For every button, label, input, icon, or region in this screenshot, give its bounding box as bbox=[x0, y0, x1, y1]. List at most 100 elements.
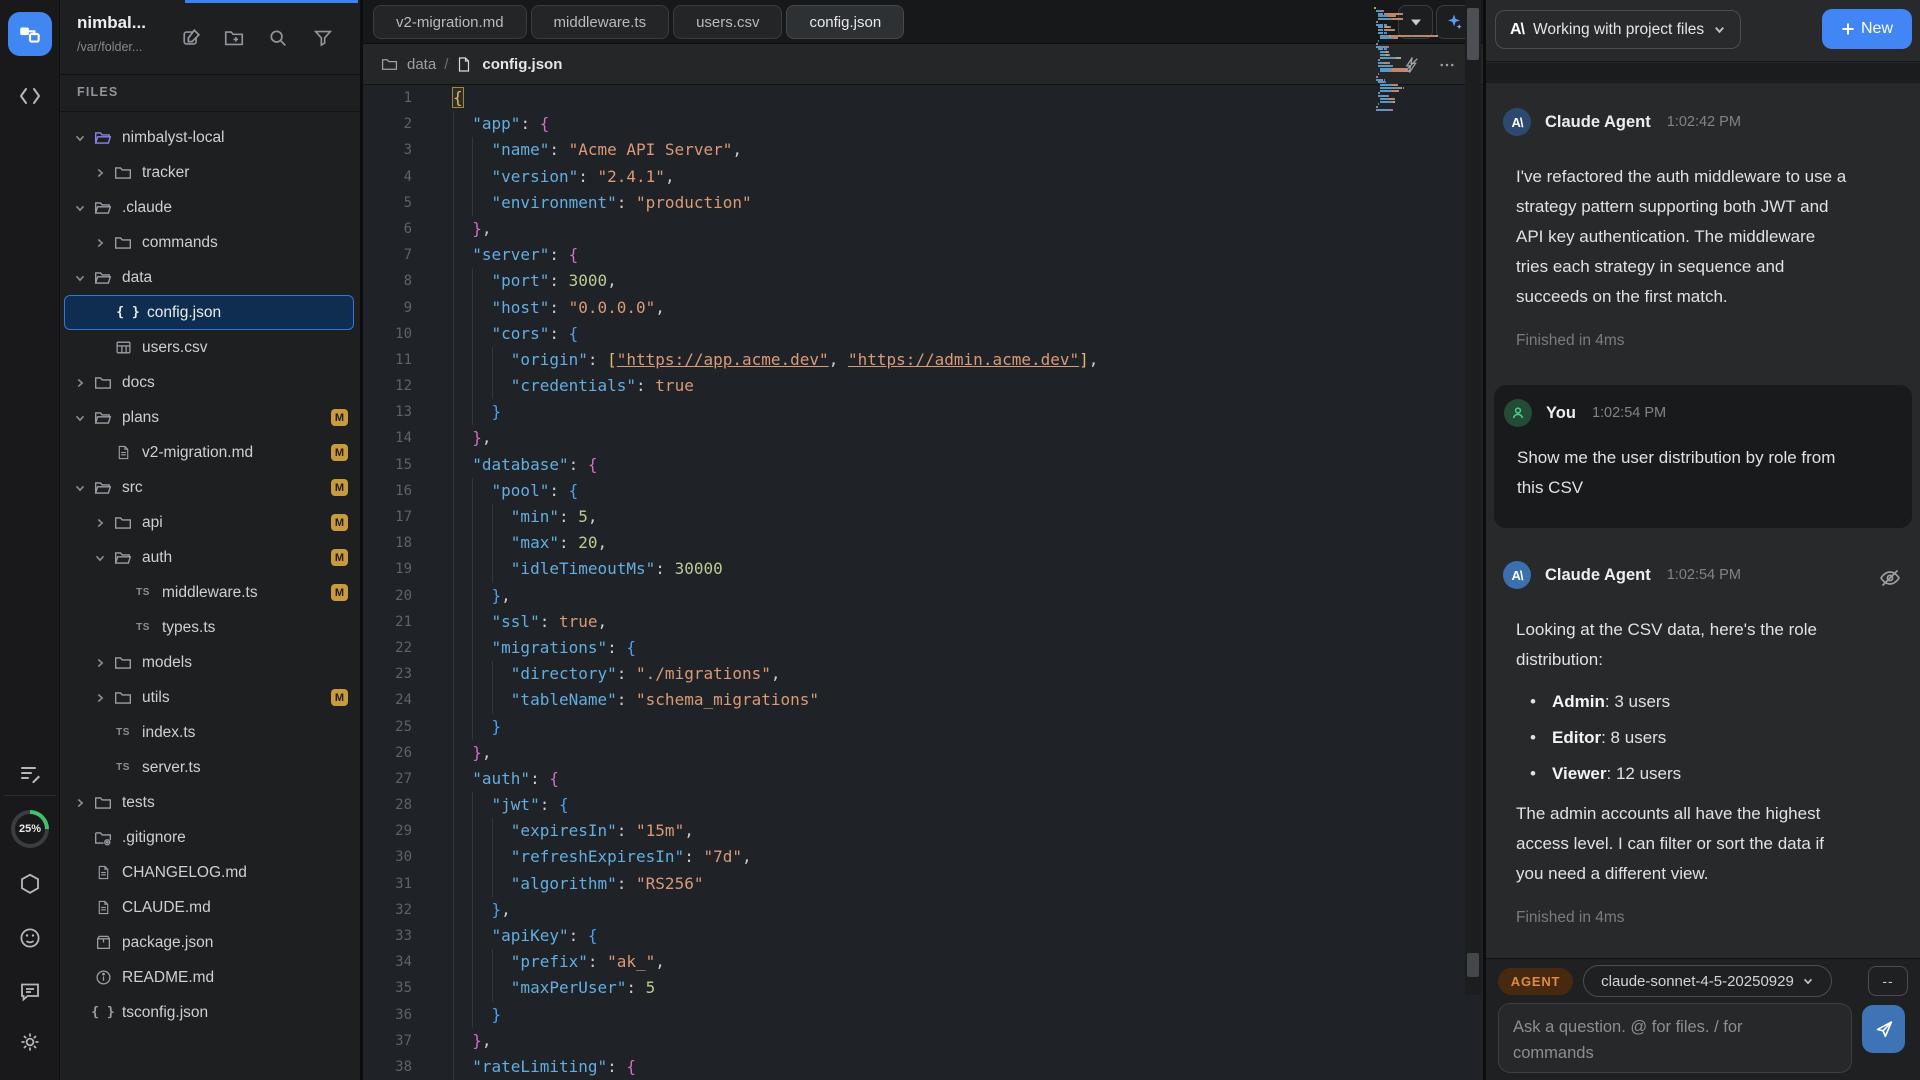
chevron-down-icon[interactable] bbox=[70, 200, 90, 216]
assistant-message: A\Claude Agent1:02:54 PMLooking at the C… bbox=[1486, 548, 1920, 927]
file-icon bbox=[90, 899, 116, 917]
chevron-right-icon[interactable] bbox=[70, 375, 90, 391]
chevron-right-icon[interactable] bbox=[70, 795, 90, 811]
breadcrumb-folder[interactable]: data bbox=[407, 56, 436, 73]
progress-ring[interactable]: 25% bbox=[11, 810, 49, 848]
tree-item-label: users.csv bbox=[142, 339, 207, 357]
tree-item-users.csv[interactable]: users.csv bbox=[60, 330, 360, 365]
search-icon[interactable] bbox=[266, 26, 290, 50]
code-text: "rateLimiting": { bbox=[453, 1054, 636, 1080]
tree-item-auth[interactable]: authM bbox=[60, 540, 360, 575]
tree-item-models[interactable]: models bbox=[60, 645, 360, 680]
breadcrumb-file[interactable]: config.json bbox=[482, 56, 562, 73]
tree-item-label: CLAUDE.md bbox=[122, 899, 211, 917]
composer-more-button[interactable]: -- bbox=[1868, 966, 1908, 996]
eye-off-icon[interactable] bbox=[1878, 566, 1902, 590]
breadcrumb[interactable]: data / config.json bbox=[381, 44, 562, 85]
tree-item-.gitignore[interactable]: .gitignore bbox=[60, 820, 360, 855]
code-area[interactable]: 1{2 "app": {3 "name": "Acme API Server",… bbox=[363, 85, 1483, 1080]
tree-item-types.ts[interactable]: TStypes.ts bbox=[60, 610, 360, 645]
new-folder-icon[interactable] bbox=[222, 26, 246, 50]
chevron-down-icon[interactable] bbox=[90, 550, 110, 566]
context-selector[interactable]: A\ Working with project files bbox=[1495, 10, 1741, 49]
code-line: 30 "refreshExpiresIn": "7d", bbox=[363, 844, 1483, 870]
tree-item-api[interactable]: apiM bbox=[60, 505, 360, 540]
tree-item-plans[interactable]: plansM bbox=[60, 400, 360, 435]
message-duration: Finished in 4ms bbox=[1516, 909, 1900, 927]
tree-item-docs[interactable]: docs bbox=[60, 365, 360, 400]
send-button[interactable] bbox=[1862, 1005, 1905, 1053]
tab-users.csv[interactable]: users.csv bbox=[673, 5, 782, 39]
tree-item-label: data bbox=[122, 269, 152, 287]
tab-v2-migration.md[interactable]: v2-migration.md bbox=[373, 5, 527, 39]
model-selector[interactable]: claude-sonnet-4-5-20250929 bbox=[1583, 965, 1832, 997]
send-icon bbox=[1873, 1018, 1895, 1040]
chevron-down-icon[interactable] bbox=[70, 480, 90, 496]
notes-edit-icon[interactable] bbox=[18, 762, 42, 786]
feedback-icon[interactable] bbox=[18, 980, 42, 1004]
palette-icon[interactable] bbox=[18, 926, 42, 950]
chevron-down-icon[interactable] bbox=[70, 410, 90, 426]
tree-item-nimbalyst-local[interactable]: nimbalyst-local bbox=[60, 120, 360, 155]
compose-icon[interactable] bbox=[180, 26, 204, 50]
tree-item-index.ts[interactable]: TSindex.ts bbox=[60, 715, 360, 750]
minimap[interactable] bbox=[1372, 5, 1464, 205]
tab-middleware.ts[interactable]: middleware.ts bbox=[531, 5, 670, 39]
code-text: "origin": ["https://app.acme.dev", "http… bbox=[453, 347, 1098, 373]
chevron-down-icon[interactable] bbox=[70, 130, 90, 146]
ts-icon: TS bbox=[130, 619, 156, 637]
chat-input[interactable]: Ask a question. @ for files. / forcomman… bbox=[1498, 1003, 1852, 1073]
tree-item-tests[interactable]: tests bbox=[60, 785, 360, 820]
chevron-right-icon[interactable] bbox=[90, 690, 110, 706]
tree-item-utils[interactable]: utilsM bbox=[60, 680, 360, 715]
minimap-token bbox=[1376, 109, 1389, 111]
bullet-dot: • bbox=[1530, 723, 1552, 753]
chevron-right-icon[interactable] bbox=[90, 655, 110, 671]
editor-scrollbar[interactable] bbox=[1465, 0, 1481, 995]
message-text: I've refactored the auth middleware to u… bbox=[1516, 162, 1902, 312]
anthropic-logo-icon: A\ bbox=[1510, 21, 1524, 39]
app-logo[interactable] bbox=[8, 12, 52, 56]
tree-item-tsconfig.json[interactable]: { }tsconfig.json bbox=[60, 995, 360, 1030]
code-line: 23 "directory": "./migrations", bbox=[363, 661, 1483, 687]
chevron-down-icon[interactable] bbox=[70, 270, 90, 286]
tree-item-package.json[interactable]: package.json bbox=[60, 925, 360, 960]
code-line: 22 "migrations": { bbox=[363, 635, 1483, 661]
gear-icon[interactable] bbox=[18, 1030, 42, 1054]
tree-item-label: CHANGELOG.md bbox=[122, 864, 247, 882]
chat-scroll-shadow bbox=[1486, 63, 1920, 83]
line-number: 25 bbox=[363, 714, 412, 740]
tree-item-src[interactable]: srcM bbox=[60, 470, 360, 505]
folder-open-icon bbox=[90, 409, 116, 427]
tab-config.json[interactable]: config.json bbox=[786, 5, 904, 39]
tree-item-commands[interactable]: commands bbox=[60, 225, 360, 260]
scrollbar-thumb[interactable] bbox=[1467, 8, 1479, 60]
chevron-right-icon[interactable] bbox=[90, 235, 110, 251]
new-chat-button[interactable]: New bbox=[1822, 9, 1912, 49]
tree-item-README.md[interactable]: README.md bbox=[60, 960, 360, 995]
minimap-token bbox=[1380, 70, 1390, 72]
tree-item-server.ts[interactable]: TSserver.ts bbox=[60, 750, 360, 785]
tree-item-data[interactable]: data bbox=[60, 260, 360, 295]
tree-item-config.json[interactable]: { }config.json bbox=[64, 295, 354, 330]
code-text: "pool": { bbox=[453, 478, 578, 504]
line-number: 11 bbox=[363, 347, 412, 373]
tree-item-tracker[interactable]: tracker bbox=[60, 155, 360, 190]
hexagon-icon[interactable] bbox=[18, 872, 42, 896]
code-text: }, bbox=[453, 1028, 492, 1054]
folder-icon bbox=[110, 654, 136, 672]
chevron-right-icon[interactable] bbox=[90, 515, 110, 531]
tree-item-label: plans bbox=[122, 409, 159, 427]
folder-icon bbox=[110, 164, 136, 182]
message-text: The admin accounts all have the highesta… bbox=[1516, 799, 1902, 889]
code-line: 35 "maxPerUser": 5 bbox=[363, 975, 1483, 1001]
code-text: "algorithm": "RS256" bbox=[453, 871, 703, 897]
tree-item-CLAUDE.md[interactable]: CLAUDE.md bbox=[60, 890, 360, 925]
chevron-right-icon[interactable] bbox=[90, 165, 110, 181]
filter-icon[interactable] bbox=[311, 26, 335, 50]
tree-item-CHANGELOG.md[interactable]: CHANGELOG.md bbox=[60, 855, 360, 890]
code-panel-icon[interactable] bbox=[18, 84, 42, 108]
tree-item-middleware.ts[interactable]: TSmiddleware.tsM bbox=[60, 575, 360, 610]
tree-item-v2-migration.md[interactable]: v2-migration.mdM bbox=[60, 435, 360, 470]
tree-item-.claude[interactable]: .claude bbox=[60, 190, 360, 225]
